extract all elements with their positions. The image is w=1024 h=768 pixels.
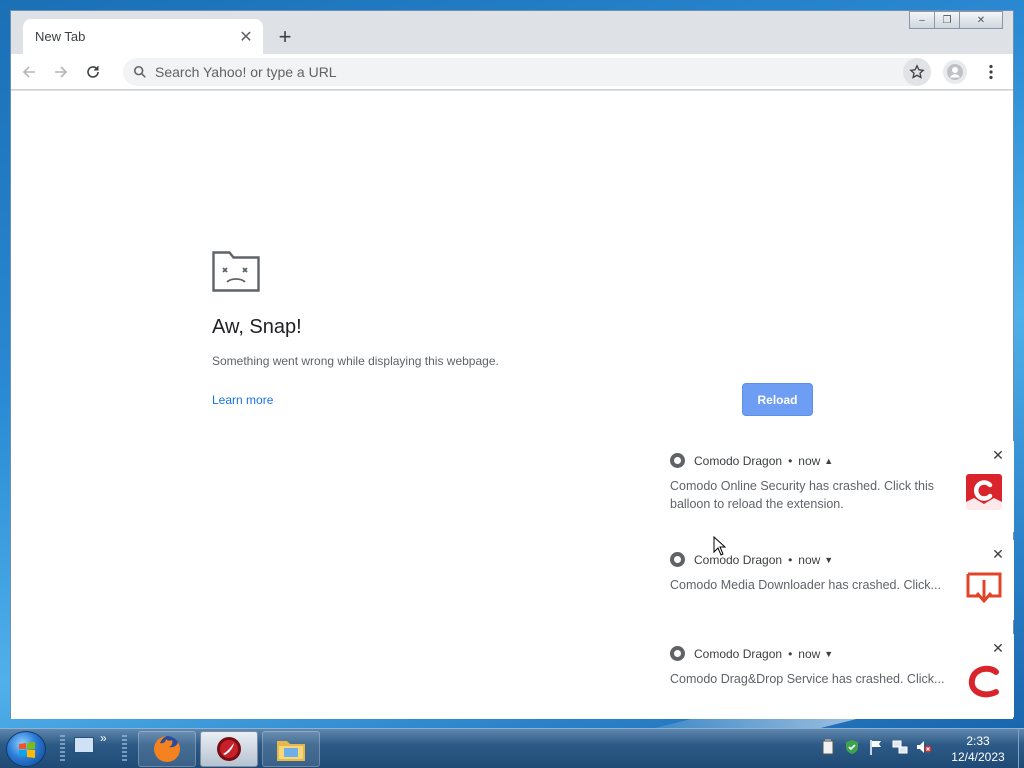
system-tray [820, 739, 940, 755]
notification-app-name: Comodo Dragon [694, 453, 783, 468]
chevron-up-icon[interactable]: ▲ [824, 456, 833, 466]
notification-online-security[interactable]: Comodo Dragon • now ▲ Comodo Online Secu… [654, 441, 1014, 532]
forward-arrow-icon [55, 65, 68, 78]
refresh-icon [87, 65, 99, 78]
chevron-down-icon[interactable]: ▼ [824, 555, 833, 565]
bookmark-star-button[interactable] [903, 58, 931, 86]
notification-app-name: Comodo Dragon [694, 646, 783, 661]
notification-message: Comodo Media Downloader has crashed. Cli… [670, 578, 941, 592]
chevron-down-icon[interactable]: ▼ [824, 649, 833, 659]
omnibox[interactable] [123, 58, 931, 86]
notification-drag-drop[interactable]: Comodo Dragon • now ▼ Comodo Drag&Drop S… [654, 634, 1014, 717]
separator-dot: • [788, 453, 793, 468]
firefox-icon [154, 736, 180, 762]
start-button[interactable] [6, 731, 46, 767]
notification-time: now [798, 552, 821, 567]
omnibox-input[interactable] [155, 64, 903, 80]
notification-stack: Comodo Dragon • now ▲ Comodo Online Secu… [654, 441, 1014, 717]
notification-media-downloader[interactable]: Comodo Dragon • now ▼ Comodo Media Downl… [654, 540, 1014, 620]
error-description: Something went wrong while displaying th… [212, 354, 499, 368]
taskbar-app-firefox[interactable] [138, 731, 196, 767]
notification-close-icon[interactable]: ✕ [990, 640, 1006, 656]
reload-button[interactable]: Reload [742, 383, 813, 416]
error-title: Aw, Snap! [212, 316, 302, 338]
comodo-shield-icon [966, 474, 1002, 510]
star-icon [909, 64, 925, 79]
chrome-app-icon [670, 646, 685, 661]
window-controls: – ❐ ✕ [909, 11, 1003, 29]
show-desktop-quick-icon[interactable] [74, 737, 94, 753]
notification-message: Comodo Online Security has crashed. Clic… [670, 479, 935, 511]
search-icon [133, 65, 146, 78]
taskbar-app-comodo-dragon[interactable] [200, 731, 258, 767]
file-explorer-icon [277, 741, 305, 761]
profile-avatar-icon [947, 64, 963, 80]
show-desktop-button[interactable] [1018, 729, 1024, 768]
browser-toolbar [11, 54, 1013, 90]
profile-button[interactable] [943, 60, 967, 84]
notification-message: Comodo Drag&Drop Service has crashed. Cl… [670, 672, 945, 686]
chrome-app-icon [670, 552, 685, 567]
notification-header: Comodo Dragon • now ▼ [670, 552, 833, 567]
chrome-app-icon [670, 453, 685, 468]
download-icon [966, 572, 1002, 604]
learn-more-link[interactable]: Learn more [212, 393, 273, 407]
kebab-menu-icon [989, 64, 993, 80]
volume-muted-icon[interactable] [916, 739, 932, 755]
taskbar-grip[interactable] [122, 735, 127, 763]
notification-close-icon[interactable]: ✕ [990, 447, 1006, 463]
network-tray-icon[interactable] [892, 739, 908, 755]
tab-close-icon[interactable]: ✕ [235, 26, 257, 48]
tab-strip: New Tab ✕ + – ❐ ✕ [11, 11, 1013, 54]
sad-folder-icon [212, 251, 260, 292]
back-arrow-icon [22, 65, 35, 78]
notification-header: Comodo Dragon • now ▲ [670, 453, 833, 468]
quicklaunch-overflow-icon[interactable]: » [100, 731, 107, 745]
taskbar-grip[interactable] [60, 735, 65, 763]
notification-header: Comodo Dragon • now ▼ [670, 646, 833, 661]
mouse-cursor-icon [713, 536, 726, 556]
new-tab-button[interactable]: + [271, 23, 299, 51]
notification-close-icon[interactable]: ✕ [990, 546, 1006, 562]
forward-button[interactable] [47, 58, 75, 86]
reload-page-button[interactable] [79, 58, 107, 86]
restore-button[interactable]: ❐ [934, 11, 960, 29]
taskbar: » 2:33 12/4/2023 [0, 728, 1024, 768]
clipboard-tray-icon[interactable] [820, 739, 836, 755]
separator-dot: • [788, 552, 793, 567]
back-button[interactable] [15, 58, 43, 86]
taskbar-app-file-explorer[interactable] [262, 731, 320, 767]
clock-time: 2:33 [966, 734, 990, 748]
separator-dot: • [788, 646, 793, 661]
notification-time: now [798, 646, 821, 661]
comodo-c-icon [968, 665, 999, 698]
security-shield-tray-icon[interactable] [844, 739, 860, 755]
notification-time: now [798, 453, 821, 468]
action-center-flag-icon[interactable] [868, 739, 884, 755]
taskbar-clock[interactable]: 2:33 12/4/2023 [940, 733, 1016, 765]
tab-title: New Tab [35, 29, 86, 44]
clock-date: 12/4/2023 [951, 750, 1005, 764]
comodo-dragon-icon [217, 737, 241, 761]
desktop-icon-edge [2, 578, 10, 592]
minimize-button[interactable]: – [909, 11, 935, 29]
close-window-button[interactable]: ✕ [959, 11, 1003, 29]
windows-logo-icon [19, 742, 35, 758]
tab-new-tab[interactable]: New Tab ✕ [23, 19, 263, 54]
notification-app-name: Comodo Dragon [694, 552, 783, 567]
browser-menu-button[interactable] [979, 60, 1003, 84]
